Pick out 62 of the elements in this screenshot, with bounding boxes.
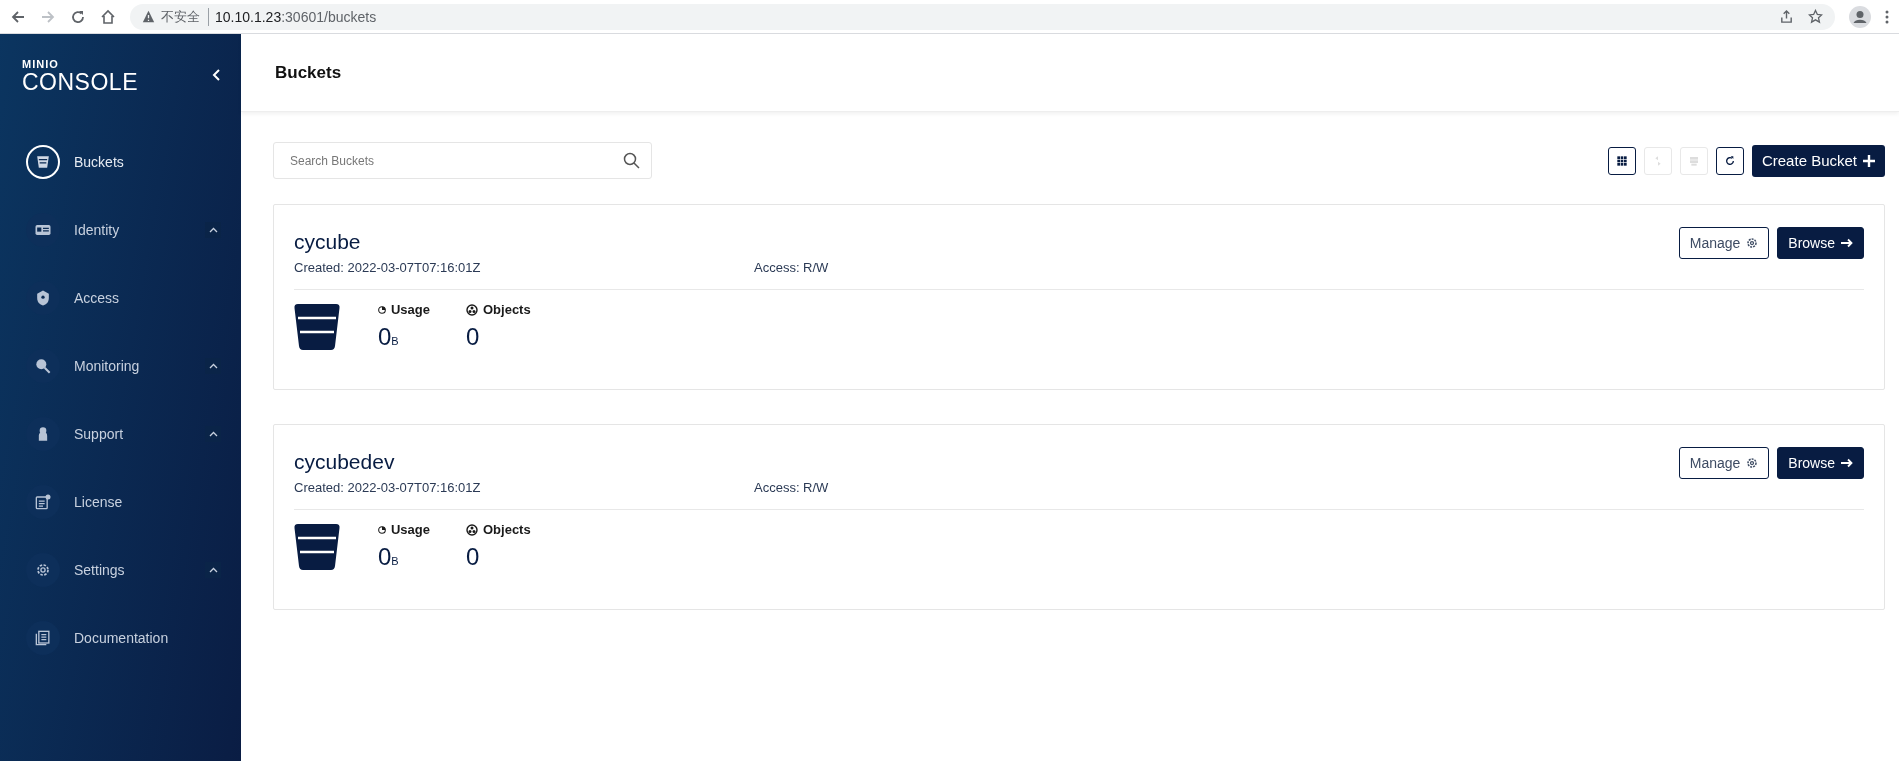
security-label: 不安全 <box>161 7 209 26</box>
sidebar-item[interactable]: Buckets <box>0 128 241 196</box>
chevron-left-icon <box>211 68 221 82</box>
toolbar-button[interactable] <box>1715 146 1744 175</box>
sidebar-item[interactable]: Settings <box>0 536 241 604</box>
usage-label: Usage <box>390 302 430 317</box>
created-date: Created: 2022-03-07T07:16:01Z <box>294 260 482 275</box>
settings-icon <box>1746 457 1759 469</box>
toolbar-button[interactable] <box>1607 146 1636 175</box>
home-icon[interactable] <box>100 8 116 25</box>
objects-label: Objects <box>483 302 531 317</box>
access-label: Access: R/W <box>754 260 829 275</box>
chevron-up-icon <box>208 431 218 437</box>
certificate-icon <box>33 492 53 512</box>
bucket-icon <box>294 522 340 570</box>
documents-icon <box>33 628 53 648</box>
share-icon[interactable] <box>1779 9 1794 24</box>
objects-value: 0 <box>466 323 481 351</box>
sidebar-item[interactable]: Access <box>0 264 241 332</box>
chevron-up-icon <box>208 567 218 573</box>
created-date: Created: 2022-03-07T07:16:01Z <box>294 480 482 495</box>
chevron-up-icon <box>208 363 218 369</box>
search-icon <box>623 152 640 169</box>
objects-icon <box>466 523 478 536</box>
manage-button[interactable]: Manage <box>1678 227 1770 259</box>
browse-button[interactable]: Browse <box>1777 227 1864 259</box>
pie-chart-icon <box>378 303 386 316</box>
star-icon[interactable] <box>1808 9 1823 24</box>
magnifier-icon <box>33 356 53 376</box>
access-label: Access: R/W <box>754 480 829 495</box>
settings-icon <box>1746 237 1759 249</box>
manage-button[interactable]: Manage <box>1678 447 1770 479</box>
logo-title: CONSOLE <box>22 70 138 94</box>
chevron-up-icon <box>208 227 218 233</box>
usage-label: Usage <box>390 522 430 537</box>
sidebar-item[interactable]: Monitoring <box>0 332 241 400</box>
arrow-right-icon <box>1841 458 1853 468</box>
sidebar-item[interactable]: License <box>0 468 241 536</box>
back-arrow-icon[interactable] <box>10 8 26 25</box>
objects-label: Objects <box>483 522 531 537</box>
warning-icon <box>142 10 155 23</box>
url-text: 10.10.1.23:30601/buckets <box>215 8 377 25</box>
profile-avatar-icon[interactable] <box>1849 5 1871 28</box>
bucket-name[interactable]: cycubedev <box>294 449 829 475</box>
logo-wordmark: MINIO <box>22 58 60 70</box>
objects-value: 0 <box>466 543 481 571</box>
arrow-right-icon <box>1841 238 1853 248</box>
page-title: Buckets <box>241 34 1899 112</box>
pie-chart-icon <box>378 523 386 536</box>
objects-icon <box>466 303 478 316</box>
sidebar-item[interactable]: Support <box>0 400 241 468</box>
browse-button[interactable]: Browse <box>1777 447 1864 479</box>
bucket-icon <box>294 302 340 350</box>
sidebar-item[interactable]: Identity <box>0 196 241 264</box>
sidebar-item[interactable]: Documentation <box>0 604 241 672</box>
reload-icon[interactable] <box>70 8 86 25</box>
search-field[interactable]: Search Buckets <box>273 142 652 179</box>
create-bucket-button[interactable]: Create Bucket <box>1751 144 1885 177</box>
address-bar[interactable]: 不安全 10.10.1.23:30601/buckets <box>130 3 1835 30</box>
bucket-name[interactable]: cycube <box>294 229 829 255</box>
menu-icon[interactable] <box>1885 8 1889 25</box>
plus-icon <box>1863 154 1875 167</box>
